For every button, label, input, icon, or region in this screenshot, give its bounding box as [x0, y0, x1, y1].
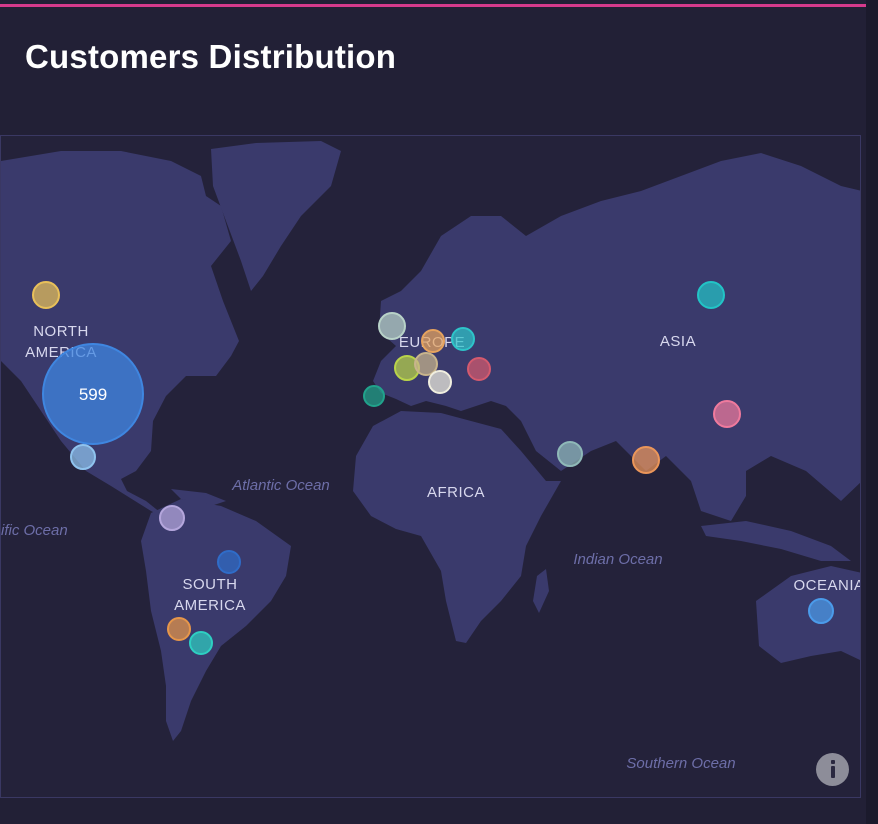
card-title: Customers Distribution — [25, 38, 397, 75]
continent-label-north-america-1: NORTH — [33, 323, 89, 340]
world-map-canvas: Atlantic Ocean ific Ocean Indian Ocean S… — [1, 141, 861, 772]
continent-label-asia: ASIA — [660, 333, 696, 350]
marker-china[interactable] — [713, 400, 741, 428]
marker-chile[interactable] — [167, 617, 191, 641]
marker-brazil[interactable] — [217, 550, 241, 574]
marker-switzerland[interactable] — [414, 352, 438, 376]
land-south-america — [141, 499, 291, 741]
panel-edge — [866, 0, 878, 824]
marker-canada[interactable] — [32, 281, 60, 309]
land-madagascar — [533, 569, 549, 613]
marker-russia[interactable] — [697, 281, 725, 309]
marker-india[interactable] — [632, 446, 660, 474]
marker-saudi-arabia[interactable] — [557, 441, 583, 467]
marker-value-united-states: 599 — [79, 385, 107, 404]
marker-argentina[interactable] — [189, 631, 213, 655]
marker-australia[interactable] — [808, 598, 834, 624]
land-indonesia — [701, 521, 851, 561]
top-accent-line — [0, 4, 866, 7]
continent-label-south-america-2: AMERICA — [174, 597, 246, 614]
marker-united-kingdom[interactable] — [378, 312, 406, 340]
land-africa — [353, 411, 561, 643]
marker-colombia[interactable] — [159, 505, 185, 531]
ocean-label-pacific: ific Ocean — [1, 522, 68, 539]
marker-poland[interactable] — [451, 327, 475, 351]
marker-italy[interactable] — [428, 370, 452, 394]
land-greenland — [211, 141, 341, 291]
land-masses — [1, 141, 860, 741]
ocean-label-southern: Southern Ocean — [626, 755, 735, 772]
ocean-label-indian: Indian Ocean — [573, 551, 662, 568]
info-button[interactable] — [816, 753, 849, 786]
world-map[interactable]: Atlantic Ocean ific Ocean Indian Ocean S… — [0, 135, 861, 798]
marker-germany[interactable] — [421, 329, 445, 353]
ocean-label-atlantic: Atlantic Ocean — [231, 477, 330, 494]
marker-spain[interactable] — [363, 385, 385, 407]
continent-label-oceania: OCEANIA — [793, 577, 861, 594]
marker-mexico[interactable] — [70, 444, 96, 470]
marker-ukraine[interactable] — [467, 357, 491, 381]
continent-label-africa: AFRICA — [427, 484, 485, 501]
continent-label-south-america-1: SOUTH — [183, 576, 238, 593]
